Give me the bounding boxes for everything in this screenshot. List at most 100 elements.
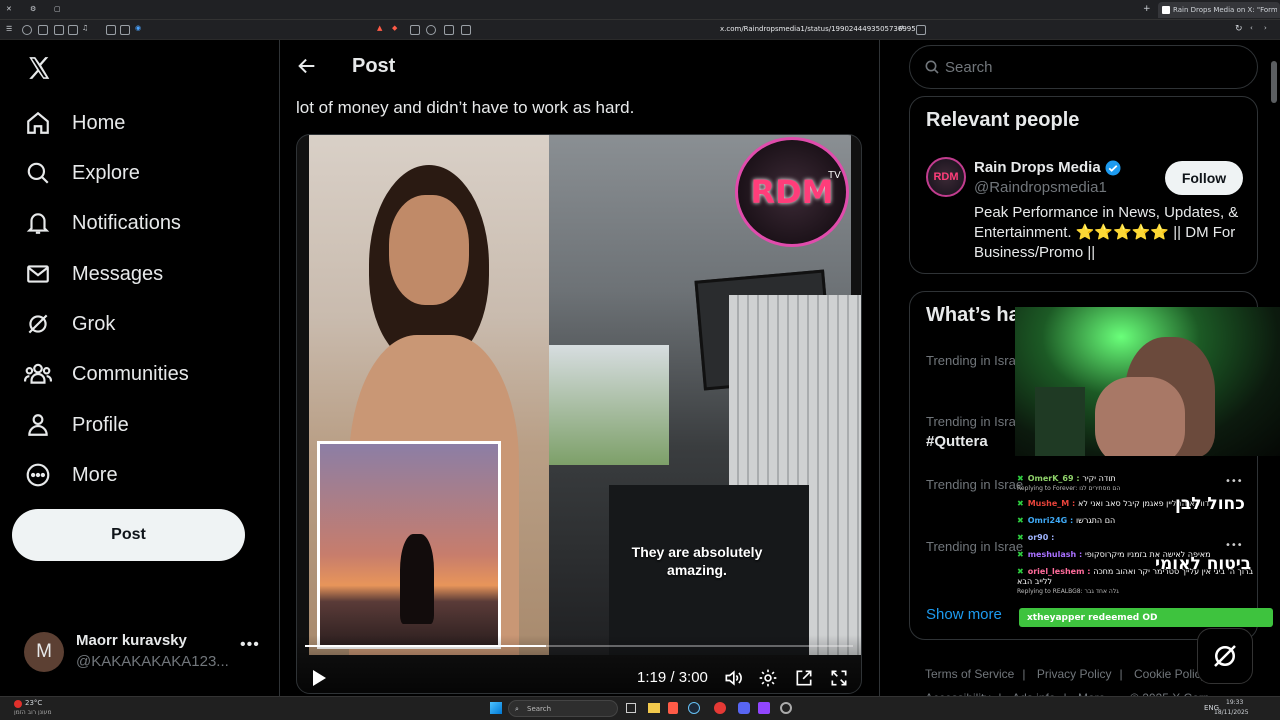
clock-time[interactable]: 19:33 [1226, 699, 1243, 706]
grok-floating-button[interactable] [1197, 628, 1253, 684]
profile-name[interactable]: Rain Drops Media [974, 159, 1101, 176]
forward-icon[interactable]: › [1264, 24, 1267, 32]
chat-reply-context: Replying to Forever: הם מסתירים לנו [1017, 485, 1121, 492]
hebrew-title-2: ביטוח לאומי [1155, 554, 1252, 574]
chat-message: ✖ Omri24G : הם התגרשו [1017, 516, 1257, 526]
video-controls: 1:19 / 3:00 [297, 635, 861, 693]
folder-icon[interactable] [648, 703, 660, 713]
caption-line-1: They are absolutely [631, 544, 763, 560]
link-icon[interactable]: ◉ [135, 24, 141, 32]
chat-message: ✖ or90 : [1017, 533, 1257, 543]
nav-more[interactable]: More [12, 452, 262, 498]
active-tab[interactable]: Rain Drops Media on X: "Forme [1158, 2, 1280, 18]
app-purple-icon[interactable] [758, 702, 770, 714]
windows-start-icon[interactable] [490, 702, 502, 714]
reload-icon[interactable]: ↻ [1235, 24, 1243, 34]
relevant-people-card: Relevant people RDM Rain Drops Media @Ra… [909, 96, 1258, 274]
people-icon [24, 360, 52, 388]
menu-icon[interactable]: ☰ [6, 25, 12, 33]
search-input[interactable]: Search [945, 59, 993, 76]
chat-username: meshulash : [1027, 550, 1085, 559]
account-switcher[interactable]: M Maorr kuravsky @KAKAKAKAKA123... ••• [12, 628, 268, 676]
zoom-icon[interactable] [426, 25, 436, 35]
rdm-avatar[interactable]: RDM [926, 157, 966, 197]
bookmark-icon[interactable] [38, 25, 48, 35]
chat-more-icon: ••• [1225, 540, 1243, 551]
trend-item[interactable]: Trending in Israe [926, 538, 1026, 556]
nav-grok[interactable]: Grok [12, 301, 262, 347]
close-window-icon[interactable]: ✕ [6, 5, 12, 13]
discord-icon[interactable] [738, 702, 750, 714]
footer-link[interactable]: Terms of Service [925, 667, 1014, 681]
fullscreen-icon[interactable] [829, 668, 849, 693]
x-logo-icon[interactable] [26, 55, 52, 81]
show-more-link[interactable]: Show more [926, 606, 1002, 623]
task-view-icon[interactable] [626, 703, 636, 713]
scrollbar-thumb[interactable] [1271, 61, 1277, 103]
bookmark-page-icon[interactable] [916, 25, 926, 35]
follow-button[interactable]: Follow [1165, 161, 1243, 195]
settings-gear-icon[interactable] [758, 668, 778, 693]
footer-link[interactable]: Privacy Policy [1037, 667, 1112, 681]
back-icon[interactable]: ‹ [1250, 24, 1253, 32]
app-red-icon[interactable] [714, 702, 726, 714]
tweet-text: lot of money and didn’t have to work as … [296, 98, 635, 117]
video-time: 1:19 / 3:00 [637, 669, 708, 686]
translate-icon[interactable]: ⇄ [898, 24, 904, 32]
weather-temp[interactable]: 23°C [25, 699, 42, 707]
settings-icon[interactable]: ⚙ [30, 5, 36, 13]
taskbar-search-label: Search [527, 705, 552, 713]
redeem-notification: xtheyapper redeemed OD [1019, 608, 1273, 627]
steam-icon[interactable] [688, 702, 700, 714]
window-icon[interactable]: ▢ [54, 5, 61, 13]
nav-profile[interactable]: Profile [12, 402, 262, 448]
brave-taskbar-icon[interactable] [668, 702, 678, 714]
mod-badge-icon: ✖ [1017, 499, 1024, 508]
back-arrow-icon[interactable] [296, 55, 318, 82]
music-icon[interactable]: ♫ [82, 24, 88, 32]
hebrew-title-1: כחול לבן [1175, 494, 1245, 514]
chat-text: תודה יקיר [1082, 474, 1116, 483]
taskbar-search[interactable]: ⌕ Search [508, 700, 618, 717]
chat-username: or90 : [1027, 533, 1055, 542]
trend-item[interactable]: Trending in Isra #Quttera [926, 414, 1026, 450]
reader-icon[interactable] [410, 25, 420, 35]
chat-username: Mushe_M : [1027, 499, 1078, 508]
extension-icon[interactable] [120, 25, 130, 35]
person-icon [24, 411, 52, 439]
tabs-icon[interactable] [106, 25, 116, 35]
post-button[interactable]: Post [12, 509, 245, 561]
page-title: Post [352, 55, 396, 77]
taskbar-search-icon: ⌕ [515, 705, 519, 713]
nav-communities[interactable]: Communities [12, 351, 262, 397]
progress-track[interactable] [305, 645, 853, 647]
trend-context: Trending in Isra [926, 414, 1016, 429]
grid-icon[interactable] [54, 25, 64, 35]
footer-link[interactable]: Cookie Policy [1134, 667, 1207, 681]
settings-app-icon[interactable] [780, 702, 792, 714]
screenshot-icon[interactable] [461, 25, 471, 35]
play-icon[interactable] [311, 669, 327, 692]
video-player[interactable]: RDM TV They are absolutely amazing. 1:19… [296, 134, 862, 694]
address-bar[interactable]: x.com/Raindropsmedia1/status/19902444935… [720, 25, 916, 33]
new-tab-icon[interactable]: + [1143, 4, 1151, 14]
nav-label-more: More [72, 463, 118, 486]
caption-line-2: amazing. [667, 562, 727, 578]
share-icon[interactable] [444, 25, 454, 35]
sidebar-icon[interactable] [68, 25, 78, 35]
rdm-badge: RDM TV [735, 137, 849, 247]
trend-name: #Quttera [926, 433, 988, 450]
nav-notifications[interactable]: Notifications [12, 200, 262, 246]
nav-explore[interactable]: Explore [12, 150, 262, 196]
shield-icon[interactable] [22, 25, 32, 35]
picture-in-picture-icon[interactable] [794, 668, 814, 693]
mod-badge-icon: ✖ [1017, 516, 1024, 525]
search-box[interactable]: Search [909, 45, 1258, 89]
nav-home[interactable]: Home [12, 100, 262, 146]
shield-brave-icon[interactable]: ◆ [392, 24, 397, 32]
trend-item[interactable]: Trending in Israe [926, 476, 1026, 494]
nav-messages[interactable]: Messages [12, 251, 262, 297]
trend-item[interactable]: Trending in Isra [926, 352, 1026, 370]
brave-icon[interactable]: ▲ [377, 24, 382, 32]
volume-icon[interactable] [723, 668, 743, 693]
